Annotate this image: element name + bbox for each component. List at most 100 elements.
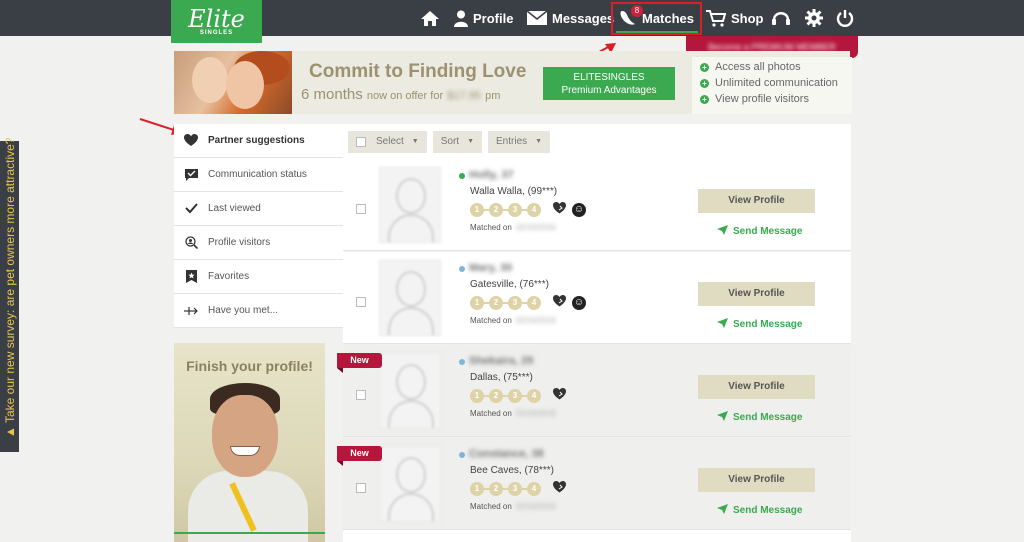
match-checkbox[interactable] bbox=[356, 390, 366, 400]
sort-label: Sort bbox=[440, 136, 460, 147]
view-profile-button[interactable]: View Profile bbox=[698, 189, 815, 213]
communication-steps: 1234 bbox=[470, 388, 566, 403]
smile-icon[interactable]: ☺ bbox=[572, 202, 586, 217]
nav-support[interactable] bbox=[771, 0, 791, 36]
sidebar-item-communication-status[interactable]: Communication status bbox=[174, 158, 344, 192]
matches-toolbar: Select ▼ Sort ▼ Entries ▼ bbox=[343, 124, 851, 159]
send-message-link[interactable]: Send Message bbox=[717, 318, 802, 331]
elite-singles-logo[interactable]: Elite SINGLES bbox=[171, 0, 262, 43]
profile-photo-placeholder[interactable] bbox=[379, 167, 441, 243]
communication-step: 2 bbox=[489, 202, 503, 217]
offer-unit: pm bbox=[485, 90, 501, 102]
sidebar-item-label: Profile visitors bbox=[208, 237, 271, 248]
match-name-age[interactable]: Mary, 30 bbox=[469, 262, 512, 274]
nav-logout[interactable] bbox=[836, 0, 854, 36]
paper-plane-icon bbox=[717, 411, 733, 424]
power-icon bbox=[836, 10, 854, 27]
benefit-item: + Unlimited communication bbox=[700, 77, 838, 89]
heart-check-icon[interactable] bbox=[553, 388, 566, 403]
premium-advantages-button[interactable]: ELITESINGLES Premium Advantages bbox=[543, 67, 675, 100]
profile-photo-placeholder[interactable] bbox=[379, 260, 441, 336]
nav-profile[interactable]: Profile bbox=[454, 0, 513, 36]
survey-side-tab[interactable]: ▲ Take our new survey: are pet owners mo… bbox=[0, 138, 19, 452]
logo-brand: Elite bbox=[188, 5, 245, 33]
offer-mid: now on offer for bbox=[366, 90, 444, 102]
profile-photo-placeholder[interactable] bbox=[379, 353, 441, 429]
online-status-dot bbox=[459, 266, 465, 272]
match-card[interactable]: Holly, 37 Walla Walla, (99***) 1 2 3 4 ☺ Matche… bbox=[343, 159, 851, 251]
finish-profile-promo[interactable]: Finish your profile! bbox=[174, 343, 325, 542]
match-name-age[interactable]: Shekaira, 29 bbox=[469, 355, 533, 367]
communication-step: 3 bbox=[508, 481, 522, 496]
plus-icon: + bbox=[700, 78, 709, 88]
sidebar-item-profile-visitors[interactable]: Profile visitors bbox=[174, 226, 344, 260]
next-card-edge bbox=[343, 530, 851, 542]
match-location: Bee Caves, (78***) bbox=[470, 465, 554, 476]
new-badge: New bbox=[337, 446, 382, 466]
online-status-dot bbox=[459, 359, 465, 365]
matches-sidebar: Partner suggestions Communication status… bbox=[174, 124, 344, 328]
nav-shop-label: Shop bbox=[731, 10, 764, 26]
heart-check-icon[interactable] bbox=[553, 202, 566, 217]
sidebar-item-favorites[interactable]: Favorites bbox=[174, 260, 344, 294]
sidebar-item-partner-suggestions[interactable]: Partner suggestions bbox=[174, 124, 344, 158]
view-profile-button[interactable]: View Profile bbox=[698, 282, 815, 306]
match-checkbox[interactable] bbox=[356, 483, 366, 493]
send-message-link[interactable]: Send Message bbox=[717, 411, 802, 424]
match-location: Walla Walla, (99***) bbox=[470, 186, 558, 197]
nav-settings[interactable] bbox=[805, 0, 823, 36]
communication-step: 3 bbox=[508, 388, 522, 403]
communication-step: 2 bbox=[489, 481, 503, 496]
finish-profile-accent bbox=[174, 532, 325, 534]
arrow-cross-icon bbox=[184, 304, 198, 318]
match-card[interactable]: Mary, 30 Gatesville, (76***) 1 2 3 4 ☺ Matched … bbox=[343, 252, 851, 344]
send-message-link[interactable]: Send Message bbox=[717, 225, 802, 238]
caret-down-icon: ▼ bbox=[411, 138, 419, 145]
view-profile-button[interactable]: View Profile bbox=[698, 375, 815, 399]
view-profile-button[interactable]: View Profile bbox=[698, 468, 815, 492]
sidebar-item-last-viewed[interactable]: Last viewed bbox=[174, 192, 344, 226]
nav-messages[interactable]: Messages bbox=[527, 0, 614, 36]
match-name-age[interactable]: Constance, 38 bbox=[469, 448, 544, 460]
communication-step: 1 bbox=[470, 388, 484, 403]
offer-price: $17.95 bbox=[447, 90, 481, 102]
select-dropdown[interactable]: Select ▼ bbox=[348, 130, 427, 153]
plus-icon: + bbox=[700, 62, 709, 72]
sidebar-item-have-you-met[interactable]: Have you met... bbox=[174, 294, 344, 328]
survey-link[interactable]: ▲ Take our new survey: are pet owners mo… bbox=[3, 138, 17, 438]
heart-check-icon[interactable] bbox=[553, 295, 566, 310]
match-card[interactable]: Shekaira, 29 Dallas, (75***) 1 2 3 4 Matched o… bbox=[337, 345, 851, 437]
communication-steps: 1 2 3 4 ☺ bbox=[470, 202, 586, 217]
nav-shop[interactable]: Shop bbox=[706, 0, 764, 36]
matched-date: Matched on 02/16/2016 bbox=[470, 223, 556, 232]
caret-down-icon: ▼ bbox=[467, 138, 475, 145]
matches-highlight-box bbox=[611, 2, 702, 35]
heart-check-icon[interactable] bbox=[553, 481, 566, 496]
communication-step: 4 bbox=[527, 295, 541, 310]
star-bookmark-icon bbox=[184, 270, 198, 284]
match-checkbox[interactable] bbox=[356, 204, 366, 214]
match-name-age[interactable]: Holly, 37 bbox=[469, 169, 513, 181]
entries-dropdown[interactable]: Entries ▼ bbox=[488, 130, 551, 153]
nav-profile-label: Profile bbox=[473, 10, 514, 26]
cart-icon bbox=[706, 9, 726, 27]
matched-date: Matched on 02/16/2016 bbox=[470, 502, 556, 511]
home-icon bbox=[421, 10, 439, 26]
select-all-checkbox[interactable] bbox=[356, 136, 366, 147]
sidebar-item-label: Favorites bbox=[208, 271, 250, 282]
match-card[interactable]: Constance, 38 Bee Caves, (78***) 1 2 3 4 Match… bbox=[337, 438, 851, 530]
smile-icon[interactable]: ☺ bbox=[572, 295, 586, 310]
checkmark-icon bbox=[184, 202, 198, 216]
online-status-dot bbox=[459, 452, 465, 458]
match-checkbox[interactable] bbox=[356, 297, 366, 307]
couple-photo bbox=[174, 51, 292, 114]
profile-photo-placeholder[interactable] bbox=[379, 446, 441, 522]
sort-dropdown[interactable]: Sort ▼ bbox=[432, 130, 483, 153]
visitor-search-icon bbox=[184, 236, 198, 250]
entries-label: Entries bbox=[496, 136, 528, 147]
message-check-icon bbox=[184, 168, 198, 182]
nav-home[interactable] bbox=[420, 0, 440, 36]
paper-plane-icon bbox=[717, 318, 733, 331]
communication-steps: 1234 bbox=[470, 481, 566, 496]
send-message-link[interactable]: Send Message bbox=[717, 504, 802, 517]
